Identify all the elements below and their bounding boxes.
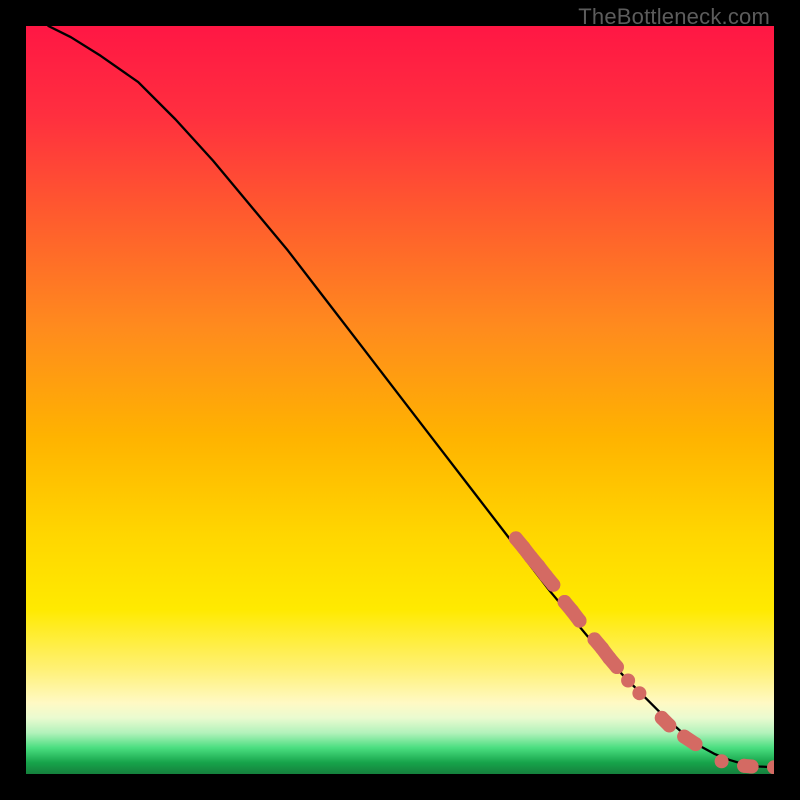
marker-dot (632, 686, 646, 700)
marker-dot (610, 660, 624, 674)
marker-dot (689, 737, 703, 751)
chart-svg (26, 26, 774, 774)
marker-dot (745, 760, 759, 774)
marker-dot (715, 754, 729, 768)
marker-dot (546, 578, 560, 592)
marker-dot (621, 674, 635, 688)
marker-dot (573, 614, 587, 628)
marker-dot (662, 718, 676, 732)
chart-area (26, 26, 774, 774)
gradient-background (26, 26, 774, 774)
